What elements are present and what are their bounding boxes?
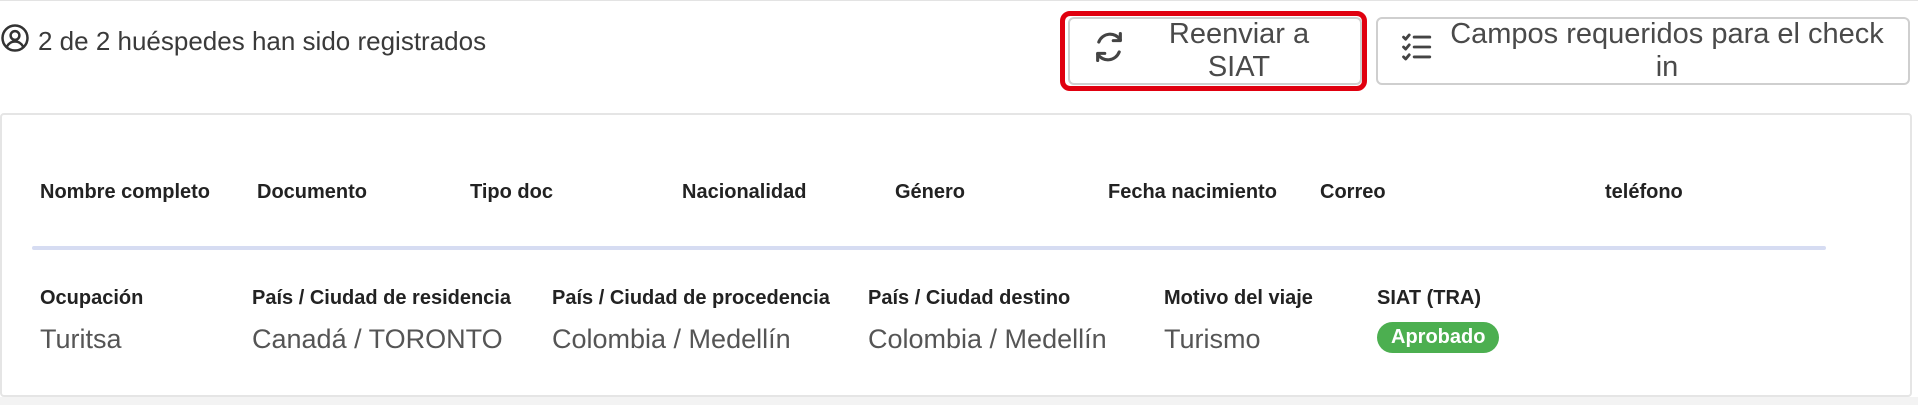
siat-label: SIAT (TRA) [1377,287,1482,309]
resend-to-siat-label: Reenviar a SIAT [1168,18,1310,83]
column-header-gender: Género [895,181,966,203]
column-header-document: Documento [257,181,367,203]
bottom-strip [0,397,1918,405]
column-header-nationality: Nacionalidad [682,181,807,203]
column-header-email: Correo [1320,181,1386,203]
refresh-icon [1092,30,1126,72]
column-header-birth-date: Fecha nacimiento [1108,181,1277,203]
guest-details-card: Nombre completo Documento Tipo doc Nacio… [0,113,1912,397]
detail-occupation: Ocupación Turitsa [40,287,143,355]
destination-value: Colombia / Medellín [868,324,1107,354]
detail-travel-reason: Motivo del viaje Turismo [1164,287,1313,355]
resend-to-siat-button[interactable]: Reenviar a SIAT [1068,17,1362,85]
guest-count-text: 2 de 2 huéspedes han sido registrados [38,26,487,56]
guest-registration-panel: 2 de 2 huéspedes han sido registrados Re… [0,0,1918,405]
guest-count-status: 2 de 2 huéspedes han sido registrados [0,23,486,60]
required-fields-button[interactable]: Campos requeridos para el check in [1376,17,1910,85]
detail-destination: País / Ciudad destino Colombia / Medellí… [868,287,1107,355]
occupation-label: Ocupación [40,287,144,309]
destination-label: País / Ciudad destino [868,287,1071,309]
origin-label: País / Ciudad de procedencia [552,287,830,309]
column-header-full-name: Nombre completo [40,181,211,203]
checklist-icon [1400,30,1434,72]
detail-origin: País / Ciudad de procedencia Colombia / … [552,287,830,355]
detail-siat: SIAT (TRA) Aprobado [1377,287,1500,353]
origin-value: Colombia / Medellín [552,324,791,354]
table-header-row: Nombre completo Documento Tipo doc Nacio… [2,115,1910,245]
column-header-doc-type: Tipo doc [470,181,553,203]
column-header-phone: teléfono [1605,181,1683,203]
residence-value: Canadá / TORONTO [252,324,503,354]
occupation-value: Turitsa [40,324,122,354]
travel-reason-label: Motivo del viaje [1164,287,1313,309]
required-fields-label: Campos requeridos para el check in [1450,18,1884,83]
travel-reason-value: Turismo [1164,324,1261,354]
user-circle-icon [0,23,30,60]
detail-residence: País / Ciudad de residencia Canadá / TOR… [252,287,511,355]
siat-status-badge: Aprobado [1377,322,1500,353]
residence-label: País / Ciudad de residencia [252,287,511,309]
header-divider [32,246,1826,250]
